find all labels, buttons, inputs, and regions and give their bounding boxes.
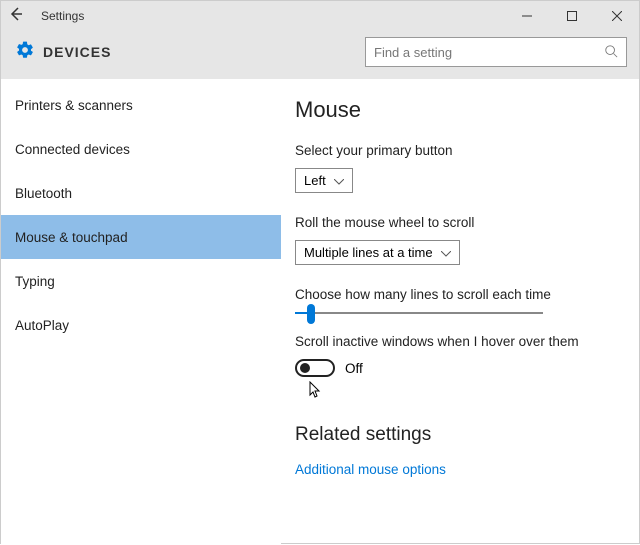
primary-button-label: Select your primary button	[295, 143, 621, 158]
sidebar-item-label: Typing	[15, 274, 55, 289]
gear-icon	[15, 40, 35, 65]
scroll-wheel-label: Roll the mouse wheel to scroll	[295, 215, 621, 230]
sidebar-item-label: Connected devices	[15, 142, 130, 157]
sidebar-item-bluetooth[interactable]: Bluetooth	[1, 171, 281, 215]
lines-label: Choose how many lines to scroll each tim…	[295, 287, 621, 302]
toggle-knob	[300, 363, 310, 373]
sidebar-item-label: Bluetooth	[15, 186, 72, 201]
chevron-down-icon	[334, 173, 344, 188]
search-icon	[604, 44, 618, 61]
cursor-icon	[309, 381, 635, 404]
scroll-wheel-dropdown[interactable]: Multiple lines at a time	[295, 240, 460, 265]
back-button[interactable]	[1, 6, 31, 27]
toggle-state-label: Off	[345, 361, 363, 376]
search-placeholder: Find a setting	[374, 45, 604, 60]
dropdown-value: Left	[304, 173, 326, 188]
search-input[interactable]: Find a setting	[365, 37, 627, 67]
slider-thumb[interactable]	[307, 304, 315, 324]
header: DEVICES Find a setting	[1, 31, 639, 79]
primary-button-dropdown[interactable]: Left	[295, 168, 353, 193]
lines-slider[interactable]	[295, 312, 543, 314]
close-button[interactable]	[594, 1, 639, 31]
hover-toggle[interactable]	[295, 359, 335, 377]
titlebar: Settings	[1, 1, 639, 31]
sidebar-item-printers[interactable]: Printers & scanners	[1, 83, 281, 127]
additional-mouse-options-link[interactable]: Additional mouse options	[295, 462, 621, 477]
sidebar-item-label: Printers & scanners	[15, 98, 133, 113]
maximize-button[interactable]	[549, 1, 594, 31]
related-settings-title: Related settings	[295, 424, 621, 446]
window-title: Settings	[31, 9, 504, 23]
sidebar-item-label: Mouse & touchpad	[15, 230, 128, 245]
sidebar: Printers & scanners Connected devices Bl…	[1, 79, 281, 545]
sidebar-item-mouse[interactable]: Mouse & touchpad	[1, 215, 281, 259]
sidebar-item-connected[interactable]: Connected devices	[1, 127, 281, 171]
hover-label: Scroll inactive windows when I hover ove…	[295, 334, 621, 349]
sidebar-item-typing[interactable]: Typing	[1, 259, 281, 303]
main-panel: Mouse Select your primary button Left Ro…	[281, 79, 639, 545]
chevron-down-icon	[441, 245, 451, 260]
sidebar-item-autoplay[interactable]: AutoPlay	[1, 303, 281, 347]
sidebar-item-label: AutoPlay	[15, 318, 69, 333]
dropdown-value: Multiple lines at a time	[304, 245, 433, 260]
minimize-button[interactable]	[504, 1, 549, 31]
page-title: Mouse	[295, 97, 621, 123]
header-title: DEVICES	[43, 44, 365, 60]
